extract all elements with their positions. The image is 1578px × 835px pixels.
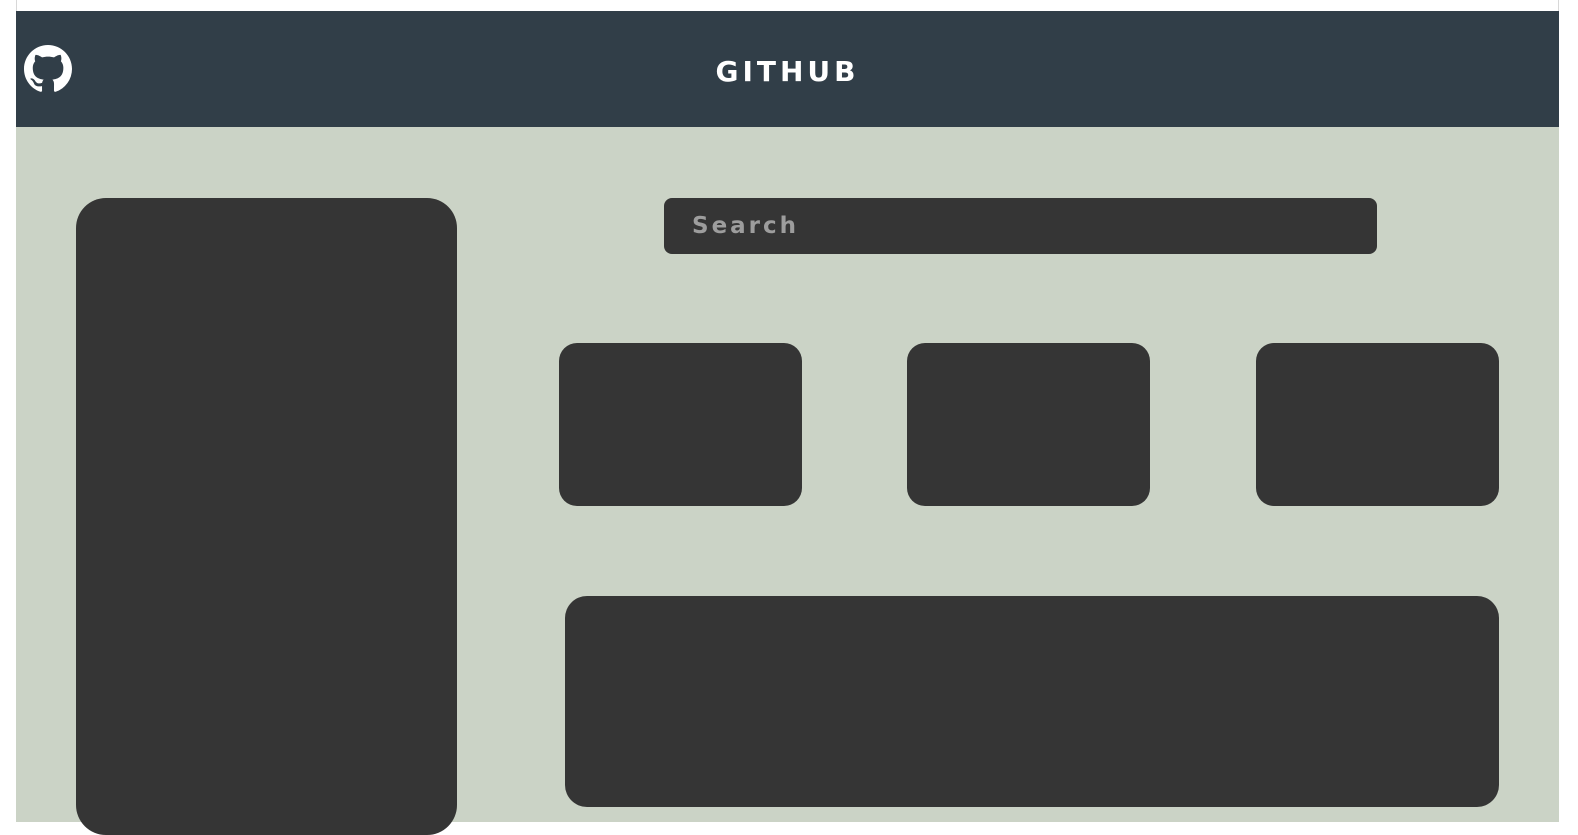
stat-card-2 xyxy=(907,343,1150,506)
stat-card-3 xyxy=(1256,343,1499,506)
main-content xyxy=(16,127,1559,835)
search-input[interactable] xyxy=(664,198,1377,254)
profile-sidebar-panel xyxy=(76,198,457,835)
content-panel xyxy=(565,596,1499,807)
header-bar: GITHUB xyxy=(16,11,1559,127)
page-title: GITHUB xyxy=(715,55,860,88)
stat-card-1 xyxy=(559,343,802,506)
